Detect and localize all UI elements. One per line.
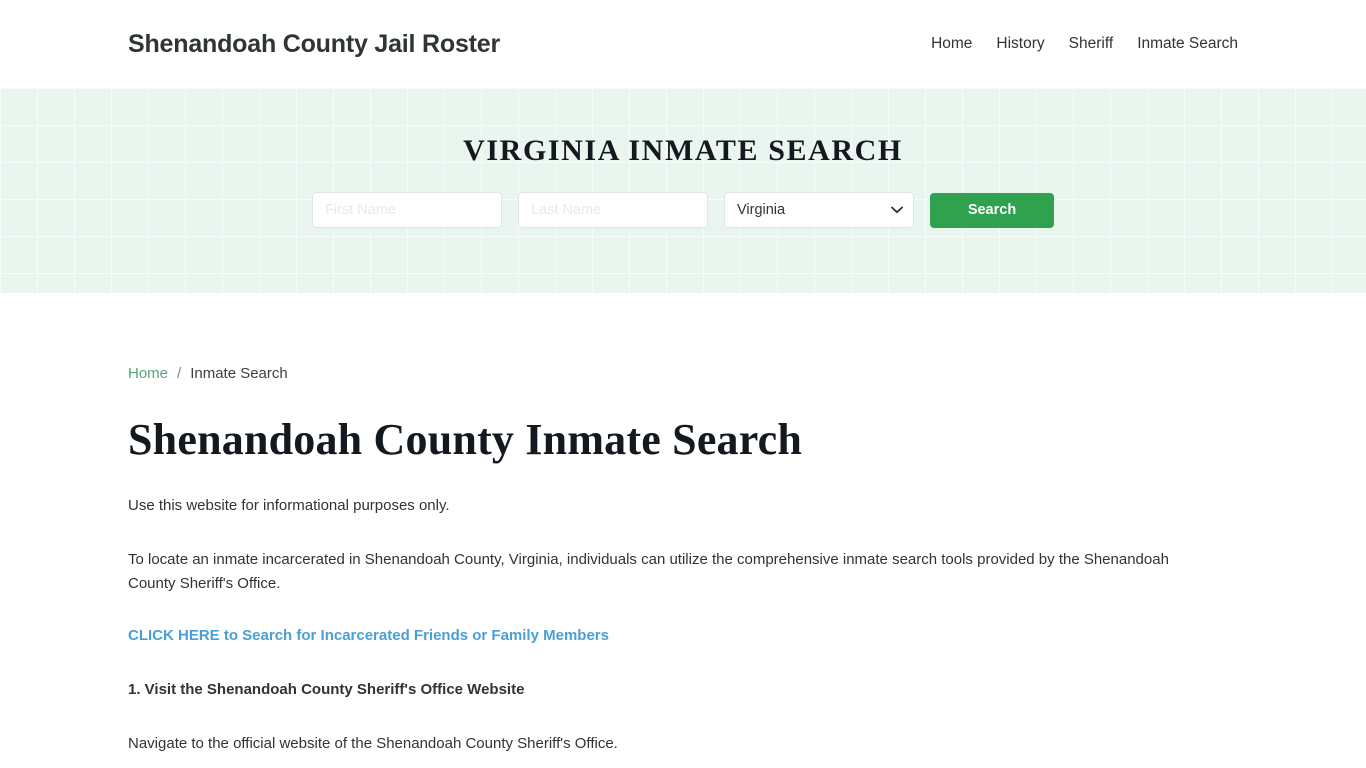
last-name-input[interactable] bbox=[518, 192, 708, 228]
main-navigation: Home History Sheriff Inmate Search bbox=[931, 36, 1238, 52]
search-button[interactable]: Search bbox=[930, 192, 1054, 228]
breadcrumb-item-home[interactable]: Home bbox=[128, 365, 168, 382]
nav-item-history[interactable]: History bbox=[996, 36, 1044, 52]
step-1-heading: 1. Visit the Shenandoah County Sheriff's… bbox=[128, 681, 525, 699]
intro-paragraph: Use this website for informational purpo… bbox=[128, 497, 450, 515]
breadcrumb-item-current: Inmate Search bbox=[190, 365, 288, 382]
inmate-search-form: Virginia Search bbox=[312, 192, 1054, 228]
site-brand-title[interactable]: Shenandoah County Jail Roster bbox=[128, 30, 500, 59]
hero-title: VIRGINIA INMATE SEARCH bbox=[463, 134, 903, 167]
step-1-text: Navigate to the official website of the … bbox=[128, 735, 618, 753]
page-title: Shenandoah County Inmate Search bbox=[128, 415, 803, 464]
first-name-input[interactable] bbox=[312, 192, 502, 228]
hero-search-banner: VIRGINIA INMATE SEARCH Virginia Search bbox=[0, 88, 1366, 293]
state-select[interactable]: Virginia bbox=[724, 192, 914, 228]
cta-search-link[interactable]: CLICK HERE to Search for Incarcerated Fr… bbox=[128, 624, 609, 648]
nav-item-home[interactable]: Home bbox=[931, 36, 972, 52]
state-select-wrapper: Virginia bbox=[724, 192, 914, 228]
main-content: Home / Inmate Search Shenandoah County I… bbox=[0, 293, 1366, 768]
breadcrumb: Home / Inmate Search bbox=[128, 293, 1238, 382]
description-paragraph: To locate an inmate incarcerated in Shen… bbox=[128, 551, 1169, 593]
site-header: Shenandoah County Jail Roster Home Histo… bbox=[0, 0, 1366, 88]
nav-item-sheriff[interactable]: Sheriff bbox=[1069, 36, 1114, 52]
nav-item-inmate-search[interactable]: Inmate Search bbox=[1137, 36, 1238, 52]
breadcrumb-separator: / bbox=[177, 365, 182, 382]
